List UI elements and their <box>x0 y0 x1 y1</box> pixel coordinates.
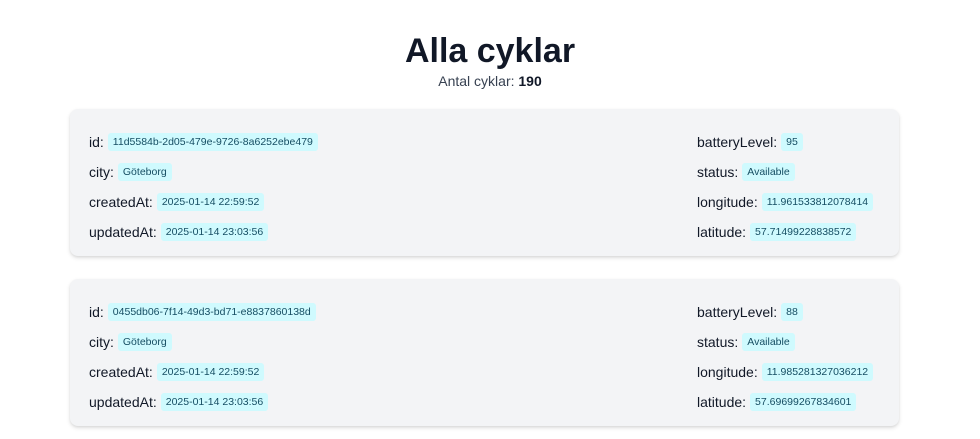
field-value-city: Göteborg <box>117 163 172 181</box>
field-longitude: longitude: 11.985281327036212 <box>697 357 874 387</box>
field-value-id: 0455db06-7f14-49d3-bd71-e8837860138d <box>107 303 316 321</box>
page-header: Alla cyklar Antal cyklar: 190 <box>0 0 980 90</box>
field-label-status: status: <box>697 164 739 180</box>
field-value-updatedAt: 2025-01-14 23:03:56 <box>160 223 269 241</box>
field-id: id: 11d5584b-2d05-479e-9726-8a6252ebe479 <box>89 127 318 157</box>
bike-card: id: 11d5584b-2d05-479e-9726-8a6252ebe479… <box>70 109 899 256</box>
field-value-updatedAt: 2025-01-14 23:03:56 <box>160 393 269 411</box>
field-value-longitude: 11.985281327036212 <box>761 363 874 381</box>
field-label-status: status: <box>697 334 739 350</box>
bike-card: id: 0455db06-7f14-49d3-bd71-e8837860138d… <box>70 279 899 426</box>
bike-card-left-column: id: 0455db06-7f14-49d3-bd71-e8837860138d… <box>89 297 316 417</box>
bike-count-value: 190 <box>518 73 542 89</box>
field-value-createdAt: 2025-01-14 22:59:52 <box>156 193 265 211</box>
field-updatedAt: updatedAt: 2025-01-14 23:03:56 <box>89 217 318 247</box>
field-batteryLevel: batteryLevel: 88 <box>697 297 873 327</box>
field-value-batteryLevel: 88 <box>781 303 803 321</box>
field-label-batteryLevel: batteryLevel: <box>697 304 778 320</box>
field-label-createdAt: createdAt: <box>89 194 153 210</box>
field-label-updatedAt: updatedAt: <box>89 394 157 410</box>
field-longitude: longitude: 11.961533812078414 <box>697 187 874 217</box>
field-label-id: id: <box>89 134 104 150</box>
bike-card-left-column: id: 11d5584b-2d05-479e-9726-8a6252ebe479… <box>89 127 318 247</box>
page-title: Alla cyklar <box>404 32 576 70</box>
field-value-status: Available <box>742 333 795 351</box>
field-latitude: latitude: 57.71499228838572 <box>697 217 873 247</box>
field-value-id: 11d5584b-2d05-479e-9726-8a6252ebe479 <box>107 133 318 151</box>
field-label-latitude: latitude: <box>697 394 747 410</box>
field-id: id: 0455db06-7f14-49d3-bd71-e8837860138d <box>89 297 316 327</box>
field-label-createdAt: createdAt: <box>89 364 153 380</box>
field-value-status: Available <box>742 163 795 181</box>
field-label-city: city: <box>89 334 114 350</box>
field-value-city: Göteborg <box>117 333 172 351</box>
field-value-latitude: 57.69699267834601 <box>750 393 857 411</box>
field-value-batteryLevel: 95 <box>781 133 803 151</box>
field-city: city: Göteborg <box>89 157 318 187</box>
field-label-longitude: longitude: <box>697 364 758 380</box>
field-label-latitude: latitude: <box>697 224 747 240</box>
field-label-batteryLevel: batteryLevel: <box>697 134 778 150</box>
field-latitude: latitude: 57.69699267834601 <box>697 387 873 417</box>
field-batteryLevel: batteryLevel: 95 <box>697 127 873 157</box>
field-createdAt: createdAt: 2025-01-14 22:59:52 <box>89 357 316 387</box>
field-label-updatedAt: updatedAt: <box>89 224 157 240</box>
bike-count-label: Antal cyklar: <box>438 73 515 89</box>
bike-card-right-column: batteryLevel: 95 status: Available longi… <box>697 127 874 247</box>
field-value-latitude: 57.71499228838572 <box>750 223 857 241</box>
bike-count: Antal cyklar: 190 <box>0 72 980 90</box>
field-city: city: Göteborg <box>89 327 316 357</box>
field-label-city: city: <box>89 164 114 180</box>
field-status: status: Available <box>697 157 873 187</box>
field-label-id: id: <box>89 304 104 320</box>
field-value-longitude: 11.961533812078414 <box>761 193 874 211</box>
field-label-longitude: longitude: <box>697 194 758 210</box>
field-createdAt: createdAt: 2025-01-14 22:59:52 <box>89 187 318 217</box>
bike-card-right-column: batteryLevel: 88 status: Available longi… <box>697 297 874 417</box>
field-updatedAt: updatedAt: 2025-01-14 23:03:56 <box>89 387 316 417</box>
field-value-createdAt: 2025-01-14 22:59:52 <box>156 363 265 381</box>
field-status: status: Available <box>697 327 873 357</box>
